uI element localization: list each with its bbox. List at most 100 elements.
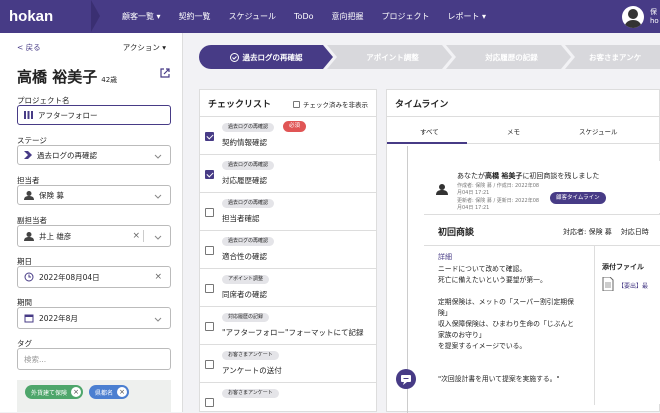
timeline-notification[interactable]: あなたが高橋 裕美子に初回商談を残しました 作成者: 保険 募 / 作成日: 2…: [424, 161, 660, 213]
tag-search-placeholder: 検索...: [24, 354, 47, 364]
hide-checked-checkbox[interactable]: [293, 100, 300, 108]
customer-detail-panel: < 戻る アクション ▾ 高橋 裕美子 42歳 プロジェクト名 アフターフォロー …: [0, 33, 183, 412]
nav-projects[interactable]: プロジェクト: [382, 11, 430, 22]
stage-value: 過去ログの再確認: [37, 150, 97, 160]
person-icon: [436, 184, 448, 195]
meeting-body-line: 死亡に備えたいという要望が第一。: [438, 276, 547, 284]
checklist-item: 対応履歴の記録 "アフターフォロー"フォーマットにて記録: [200, 307, 376, 345]
checklist-panel: チェックリスト チェック済みを非表示 過去ログの再確認 必須 契約情報確認 過去…: [199, 89, 377, 412]
attachment-file-link[interactable]: 【要出】最: [618, 281, 648, 290]
meeting-body-line: "次回設計書を用いて提案を実施する。": [438, 375, 560, 383]
period-value: 2022年8月: [39, 313, 78, 323]
tag-search-input[interactable]: 検索...: [17, 348, 171, 370]
tag-chip[interactable]: 県都名 ×: [89, 385, 130, 399]
tag-chip[interactable]: 外貨建て保険 ×: [25, 385, 84, 399]
step-survey[interactable]: お客さまアンケ: [571, 45, 660, 69]
meeting-card: 初回商談 対応者: 保険 募 対応日時 詳細 ニードについて改めて確認。 死亡に…: [424, 214, 660, 405]
clear-icon[interactable]: ×: [132, 231, 140, 241]
sub-owner-select[interactable]: 井上 雄彦 ×: [17, 225, 171, 247]
nav-schedule[interactable]: スケジュール: [229, 11, 276, 22]
step-record[interactable]: 対応履歴の記録: [452, 45, 571, 69]
chevron-down-icon: [154, 154, 162, 159]
nav-customers[interactable]: 顧客一覧 ▾: [122, 11, 161, 22]
nav-contracts[interactable]: 契約一覧: [179, 11, 211, 22]
tag-list: 外貨建て保険 × 県都名 ×: [17, 380, 171, 412]
checklist-item: 過去ログの再確認 担当者確認: [200, 193, 376, 231]
item-stage-badge: アポイント調整: [222, 275, 270, 284]
nav-todo[interactable]: ToDo: [294, 12, 313, 21]
checklist-title: チェックリスト: [208, 99, 272, 110]
timeline-title: タイムライン: [395, 99, 449, 110]
meeting-title: 初回商談: [438, 228, 475, 238]
tab-schedule[interactable]: スケジュール: [579, 126, 618, 136]
hide-checked-toggle[interactable]: チェック済みを非表示: [293, 99, 368, 109]
divider: [143, 230, 144, 242]
item-stage-badge: 過去ログの再確認: [222, 199, 275, 208]
external-link-icon[interactable]: [160, 68, 170, 78]
attachment-label: 添付ファイル: [602, 263, 644, 271]
item-checkbox[interactable]: [205, 284, 214, 293]
user-avatar[interactable]: [622, 5, 644, 28]
nav-intention[interactable]: 意向把握: [332, 11, 364, 22]
item-stage-badge: 対応履歴の記録: [222, 313, 270, 322]
nav-reports[interactable]: レポート ▾: [448, 11, 487, 22]
stage-select[interactable]: 過去ログの再確認: [17, 145, 171, 165]
meeting-body-line: 家族のお守り」: [438, 331, 486, 339]
item-stage-badge: お客さまアンケート: [222, 351, 279, 360]
item-stage-badge: 過去ログの再確認: [222, 237, 275, 246]
meeting-body-line: 定期保険は、メットの「スーパー割引定期保: [438, 298, 574, 306]
item-stage-badge: 過去ログの再確認: [222, 123, 275, 132]
notification-text: あなたが高橋 裕美子に初回商談を残しました: [457, 172, 600, 180]
item-text: "アフターフォロー"フォーマットにて記録: [222, 328, 364, 337]
active-tab-indicator: [387, 142, 467, 144]
checklist-item: 過去ログの再確認 適合性の確認: [200, 231, 376, 269]
item-text: アンケートの送付: [222, 366, 282, 375]
detail-label: 詳細: [438, 253, 452, 261]
owner-value: 保険 募: [39, 190, 64, 200]
tab-memo[interactable]: メモ: [507, 126, 520, 136]
item-checkbox[interactable]: [205, 398, 214, 407]
user-name[interactable]: 保 ho: [650, 8, 660, 26]
item-checkbox[interactable]: [205, 170, 214, 179]
top-nav: hokan 顧客一覧 ▾ 契約一覧 スケジュール ToDo 意向把握 プロジェク…: [0, 0, 660, 33]
checklist-item: お客さまアンケート: [200, 383, 376, 411]
notification-meta: 更新者: 保険 募 / 更新日: 2022年08: [457, 198, 540, 204]
remove-tag-icon[interactable]: ×: [71, 387, 82, 397]
item-checkbox[interactable]: [205, 322, 214, 331]
item-checkbox[interactable]: [205, 208, 214, 217]
step-current[interactable]: 過去ログの再確認: [199, 45, 333, 69]
chevron-down-icon[interactable]: [154, 233, 162, 241]
meeting-body-line: ニードについて改めて確認。: [438, 265, 527, 273]
back-link[interactable]: < 戻る: [17, 42, 41, 53]
item-text: 契約情報確認: [222, 138, 267, 147]
item-checkbox[interactable]: [205, 360, 214, 369]
meeting-body-line: を提案するイメージでいる。: [438, 342, 527, 350]
meeting-body-line: 収入保障保険は、ひまわり生命の「じぶんと: [438, 320, 574, 328]
item-text: 対応履歴確認: [222, 176, 267, 185]
due-date-value: 2022年08月04日: [39, 272, 100, 282]
chat-bubble-icon[interactable]: [396, 369, 416, 389]
tab-all[interactable]: すべて: [420, 126, 439, 136]
checklist-item: 過去ログの再確認 対応履歴確認: [200, 155, 376, 193]
clock-icon: [24, 272, 34, 282]
columns-icon: [24, 111, 33, 119]
step-appointment[interactable]: アポイント調整: [333, 45, 452, 69]
sub-owner-value: 井上 雄彦: [39, 231, 72, 241]
checklist-item: アポイント調整 同席者の確認: [200, 269, 376, 307]
due-date-field[interactable]: 2022年08月04日 ×: [17, 266, 171, 288]
clear-icon[interactable]: ×: [154, 272, 162, 282]
owner-select[interactable]: 保険 募: [17, 185, 171, 205]
app-logo[interactable]: hokan: [0, 0, 100, 33]
item-text: 同席者の確認: [222, 290, 267, 299]
notification-meta: 月04日 17:21: [457, 190, 490, 196]
item-checkbox[interactable]: [205, 132, 214, 141]
stage-progress: 過去ログの再確認 アポイント調整 対応履歴の記録 お客さまアンケ: [199, 45, 660, 69]
checklist-item: お客さまアンケート アンケートの送付: [200, 345, 376, 383]
item-checkbox[interactable]: [205, 246, 214, 255]
period-select[interactable]: 2022年8月: [17, 307, 171, 329]
action-menu[interactable]: アクション ▾: [123, 42, 166, 53]
file-icon: [602, 277, 614, 291]
project-name-field[interactable]: アフターフォロー: [17, 105, 171, 125]
remove-tag-icon[interactable]: ×: [117, 387, 128, 397]
meeting-body-line: 険」: [438, 309, 452, 317]
